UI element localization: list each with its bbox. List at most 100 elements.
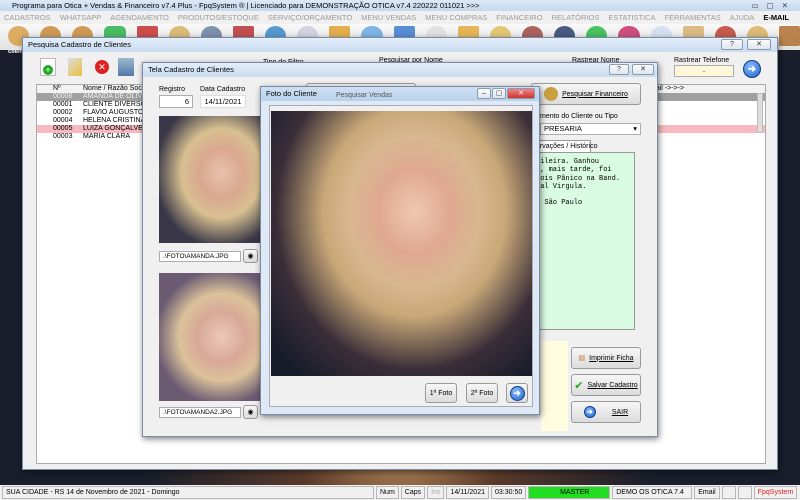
row-name: LUIZA GONÇALVES: [83, 125, 148, 132]
menu-ferramentas[interactable]: FERRAMENTAS: [665, 11, 721, 24]
photo1-button[interactable]: 1ª Foto: [425, 383, 457, 403]
segment-select[interactable]: PRESARIA ▾: [540, 123, 641, 135]
menu-ajuda[interactable]: AJUDA: [730, 11, 755, 24]
status-user: MASTER: [528, 486, 611, 499]
row-name: HELENA CRISTINA: [83, 117, 146, 124]
exit-label: SAIR: [611, 408, 629, 416]
menu-compras[interactable]: MENU COMPRAS: [425, 11, 487, 24]
row-num: 00004: [53, 117, 73, 124]
edit-client-icon[interactable]: [68, 58, 82, 76]
next-photo-button[interactable]: ➜: [506, 383, 528, 403]
registro-input[interactable]: 6: [159, 95, 193, 108]
menu-agendamento[interactable]: AGENDAMENTO: [110, 11, 169, 24]
search-sales-label[interactable]: Pesquisar Vendas: [336, 91, 392, 100]
print-icon[interactable]: [118, 58, 134, 76]
coin-icon: [544, 87, 559, 101]
data-cadastro-input[interactable]: 14/11/2021: [200, 95, 246, 108]
menu-produtos[interactable]: PRODUTOS/ESTOQUE: [178, 11, 259, 24]
status-city-date: SUA CIDADE - RS 14 de Novembro de 2021 -…: [2, 486, 374, 499]
col-name: Nome / Razão Social: [83, 85, 149, 92]
notes-textarea[interactable]: sileira. Ganhou e, mais tarde, foi pois Pâ…: [533, 152, 635, 330]
row-num: 00006: [53, 93, 73, 100]
save-record-label: Salvar Cadastro: [587, 381, 638, 389]
menu-relatorios[interactable]: RELATÓRIOS: [552, 11, 600, 24]
exit-button[interactable]: ➜ SAIR: [571, 401, 641, 423]
window-controls[interactable]: ▭▢✕: [752, 0, 796, 11]
checkmark-icon: ✔: [574, 379, 584, 392]
camera-icon: ◉: [247, 253, 254, 260]
status-date: 14/11/2021: [446, 486, 489, 499]
app-title: Programa para Otica + Vendas & Financeir…: [12, 1, 480, 10]
status-version: DEMO OS OTICA 7.4: [612, 486, 693, 499]
go-arrow-button[interactable]: ➜: [743, 60, 761, 78]
print-icon: ▤: [578, 355, 586, 362]
exit-icon[interactable]: [779, 26, 800, 46]
menu-estatistica[interactable]: ESTATISTICA: [608, 11, 655, 24]
maximize-button[interactable]: ▢: [492, 88, 506, 99]
status-caps: Caps: [400, 486, 426, 499]
menu-vendas[interactable]: MENU VENDAS: [361, 11, 416, 24]
arrow-right-icon: ➜: [509, 385, 525, 401]
close-button[interactable]: ✕: [747, 39, 771, 50]
segment-value: PRESARIA: [544, 124, 582, 133]
add-client-icon[interactable]: +: [40, 58, 56, 76]
segment-label: mento do Cliente ou Tipo: [540, 113, 618, 120]
network-icon[interactable]: [737, 486, 752, 499]
status-email[interactable]: Email: [694, 486, 720, 499]
search-finance-label: Pesquisar Financeiro: [562, 90, 628, 98]
row-name: CLIENTE DIVERSOS: [83, 101, 151, 108]
tab-history[interactable]: ervações / Histórico: [533, 140, 597, 152]
row-num: 00005: [53, 125, 73, 132]
photo1-path-input[interactable]: .\FOTO\AMANDA.JPG: [159, 251, 241, 262]
menu-bar: CADASTROS WHATSAPP AGENDAMENTO PRODUTOS/…: [0, 11, 800, 24]
camera-button-2[interactable]: ◉: [243, 405, 258, 419]
photo2-button[interactable]: 2ª Foto: [466, 383, 498, 403]
status-ins: Ins: [427, 486, 445, 499]
menu-email[interactable]: E-MAIL: [763, 11, 789, 24]
camera-button-1[interactable]: ◉: [243, 249, 258, 263]
col-num: Nº: [53, 85, 61, 92]
help-button[interactable]: ?: [721, 39, 743, 50]
print-record-button[interactable]: ▤ Imprimir Ficha: [571, 347, 641, 369]
menu-whatsapp[interactable]: WHATSAPP: [60, 11, 102, 24]
data-cadastro-label: Data Cadastro: [200, 86, 246, 93]
registro-label: Registro: [159, 86, 186, 93]
notes-line: pois Pânico na Band.: [536, 174, 621, 183]
close-button[interactable]: ✕: [632, 64, 654, 75]
row-num: 00003: [53, 133, 73, 140]
help-button[interactable]: ?: [609, 64, 629, 75]
search-finance-button[interactable]: Pesquisar Financeiro: [531, 83, 641, 105]
status-time: 03:30:50: [490, 486, 527, 499]
menu-financeiro[interactable]: FINANCEIRO: [496, 11, 542, 24]
info-panel: [541, 341, 568, 431]
track-phone-input[interactable]: -: [674, 65, 734, 77]
delete-client-icon[interactable]: ✕: [95, 60, 109, 74]
track-phone-label: Rastrear Telefone: [674, 57, 730, 64]
status-num: Num: [376, 486, 399, 499]
client-photo-large: [271, 111, 532, 376]
notes-line: e, mais tarde, foi: [536, 166, 612, 175]
register-window-title: Tela Cadastro de Clientes: [143, 63, 657, 77]
notes-line: tal Virgula.: [536, 182, 587, 191]
photo2-path-input[interactable]: .\FOTO\AMANDA2.JPG: [159, 407, 241, 418]
close-button[interactable]: ✕: [507, 88, 535, 99]
photo-panel: 1ª Foto 2ª Foto ➜: [269, 105, 533, 407]
client-photo-2: [159, 273, 263, 401]
row-name: MARIA CLARA: [83, 133, 131, 140]
status-bar: SUA CIDADE - RS 14 de Novembro de 2021 -…: [0, 485, 800, 500]
client-photo-window: Foto do Cliente – ▢ ✕ 1ª Foto 2ª Foto ➜: [260, 86, 540, 415]
settings-icon[interactable]: [721, 486, 736, 499]
row-num: 00001: [53, 101, 73, 108]
notes-line: [536, 191, 634, 199]
scrollbar[interactable]: [757, 93, 763, 133]
arrow-right-icon: ➜: [583, 406, 596, 418]
app-title-bar: Programa para Otica + Vendas & Financeir…: [0, 0, 800, 11]
menu-cadastros[interactable]: CADASTROS: [4, 11, 51, 24]
notes-line: , São Paulo: [536, 199, 583, 208]
print-record-label: Imprimir Ficha: [589, 354, 634, 362]
minimize-button[interactable]: –: [477, 88, 491, 99]
search-window-title: Pesquisa Cadastro de Clientes: [23, 38, 777, 52]
menu-servico[interactable]: SERVIÇO/ORÇAMENTO: [268, 11, 352, 24]
save-record-button[interactable]: ✔ Salvar Cadastro: [571, 374, 641, 396]
status-brand: FpqSystem: [753, 486, 798, 499]
